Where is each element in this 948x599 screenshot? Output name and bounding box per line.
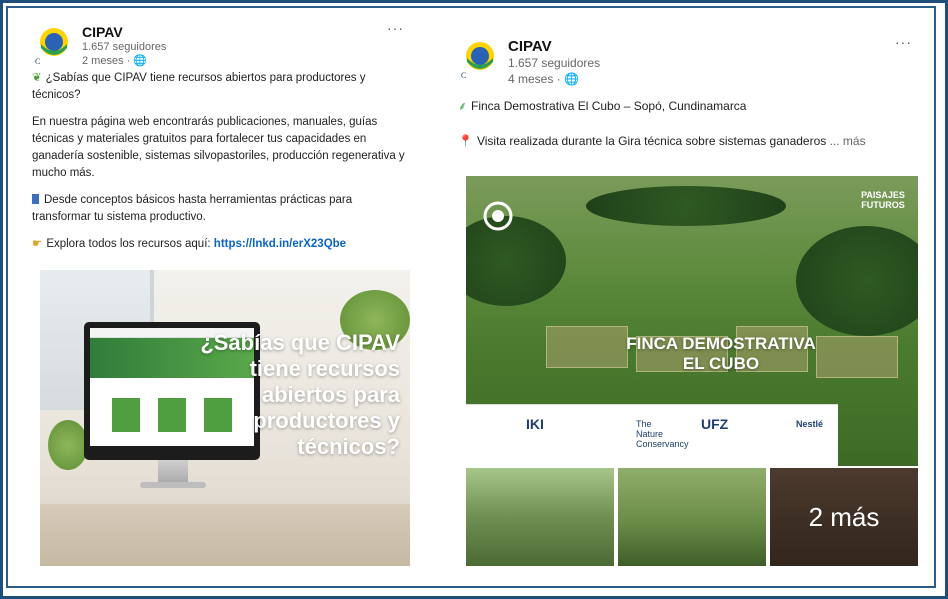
- svg-text:C: C: [461, 71, 466, 80]
- tree-cluster: [586, 186, 786, 226]
- cipav-logo[interactable]: C: [458, 36, 502, 80]
- thumbnail-group-photo[interactable]: [466, 468, 614, 566]
- sponsor-ufz: UFZ: [701, 416, 729, 432]
- image-title: FINCA DEMOSTRATIVA EL CUBO: [626, 334, 816, 373]
- image-headline: ¿Sabías que CIPAV tiene recursos abierto…: [200, 330, 400, 459]
- cipav-logo[interactable]: C: [32, 22, 76, 66]
- monitor-stand: [158, 460, 188, 484]
- post-header: C CIPAV 1.657 seguidores 2 meses · 🌐 ···: [32, 20, 412, 70]
- see-more-link[interactable]: ... más: [826, 134, 866, 148]
- post-header: C CIPAV 1.657 seguidores 4 meses · 🌐 ···: [458, 34, 920, 86]
- cipav-watermark-logo: [483, 201, 513, 231]
- tree-cluster: [796, 226, 918, 336]
- post-paragraph-3: Desde conceptos básicos hasta herramient…: [32, 194, 353, 223]
- post-paragraph-4: ☛ Explora todos los recursos aquí: https:…: [32, 236, 412, 253]
- post-paragraph-1: ❦ ¿Sabías que CIPAV tiene recursos abiert…: [32, 72, 366, 101]
- sponsor-tnc: The Nature Conservancy: [636, 419, 689, 449]
- resources-link[interactable]: https://lnkd.in/erX23Qbe: [214, 238, 346, 250]
- followers-count: 1.657 seguidores: [82, 41, 167, 53]
- location-pin-icon: 📍: [458, 134, 473, 148]
- paisajes-futuros-logo: PAISAJES FUTUROS: [861, 190, 905, 210]
- sponsor-iki: IKI: [526, 416, 544, 432]
- post-image[interactable]: ¿Sabías que CIPAV tiene recursos abierto…: [40, 270, 410, 566]
- book-icon: [32, 194, 39, 204]
- post-line-2: 📍 Visita realizada durante la Gira técnic…: [458, 134, 866, 148]
- more-photos-label[interactable]: 2 más: [770, 468, 918, 566]
- post-image[interactable]: PAISAJES FUTUROS FINCA DEMOSTRATIVA EL C…: [466, 176, 918, 466]
- org-name[interactable]: CIPAV: [508, 38, 552, 55]
- org-name[interactable]: CIPAV: [82, 24, 123, 40]
- more-options-button[interactable]: ···: [895, 34, 912, 50]
- monitor-base: [140, 482, 206, 488]
- leaf-icon: ❦: [32, 72, 42, 84]
- post-time: 2 meses · 🌐: [82, 55, 148, 67]
- thumbnail-more-photos[interactable]: 2 más: [770, 468, 918, 566]
- post-left: C CIPAV 1.657 seguidores 2 meses · 🌐 ···…: [32, 20, 412, 570]
- thumbnail-cattle-photo[interactable]: [618, 468, 766, 566]
- post-paragraph-2: En nuestra página web encontrarás public…: [32, 116, 405, 179]
- followers-count: 1.657 seguidores: [508, 56, 601, 70]
- sponsor-banner: IKI The Nature Conservancy UFZ Nestlé: [466, 404, 838, 466]
- more-options-button[interactable]: ···: [387, 20, 404, 36]
- svg-text:C: C: [35, 57, 40, 66]
- post-line-1: ⸙ Finca Demostrativa El Cubo – Sopó, Cund…: [458, 99, 747, 113]
- post-right: C CIPAV 1.657 seguidores 4 meses · 🌐 ···…: [458, 34, 920, 566]
- sprout-icon: ⸙: [458, 99, 468, 113]
- plant-decoration: [48, 420, 88, 470]
- pointing-hand-icon: ☛: [32, 238, 43, 250]
- desk: [40, 504, 410, 566]
- post-time: 4 meses · 🌐: [508, 72, 579, 86]
- sponsor-nestle: Nestlé: [796, 419, 824, 429]
- photo-thumbnails: 2 más: [466, 468, 918, 566]
